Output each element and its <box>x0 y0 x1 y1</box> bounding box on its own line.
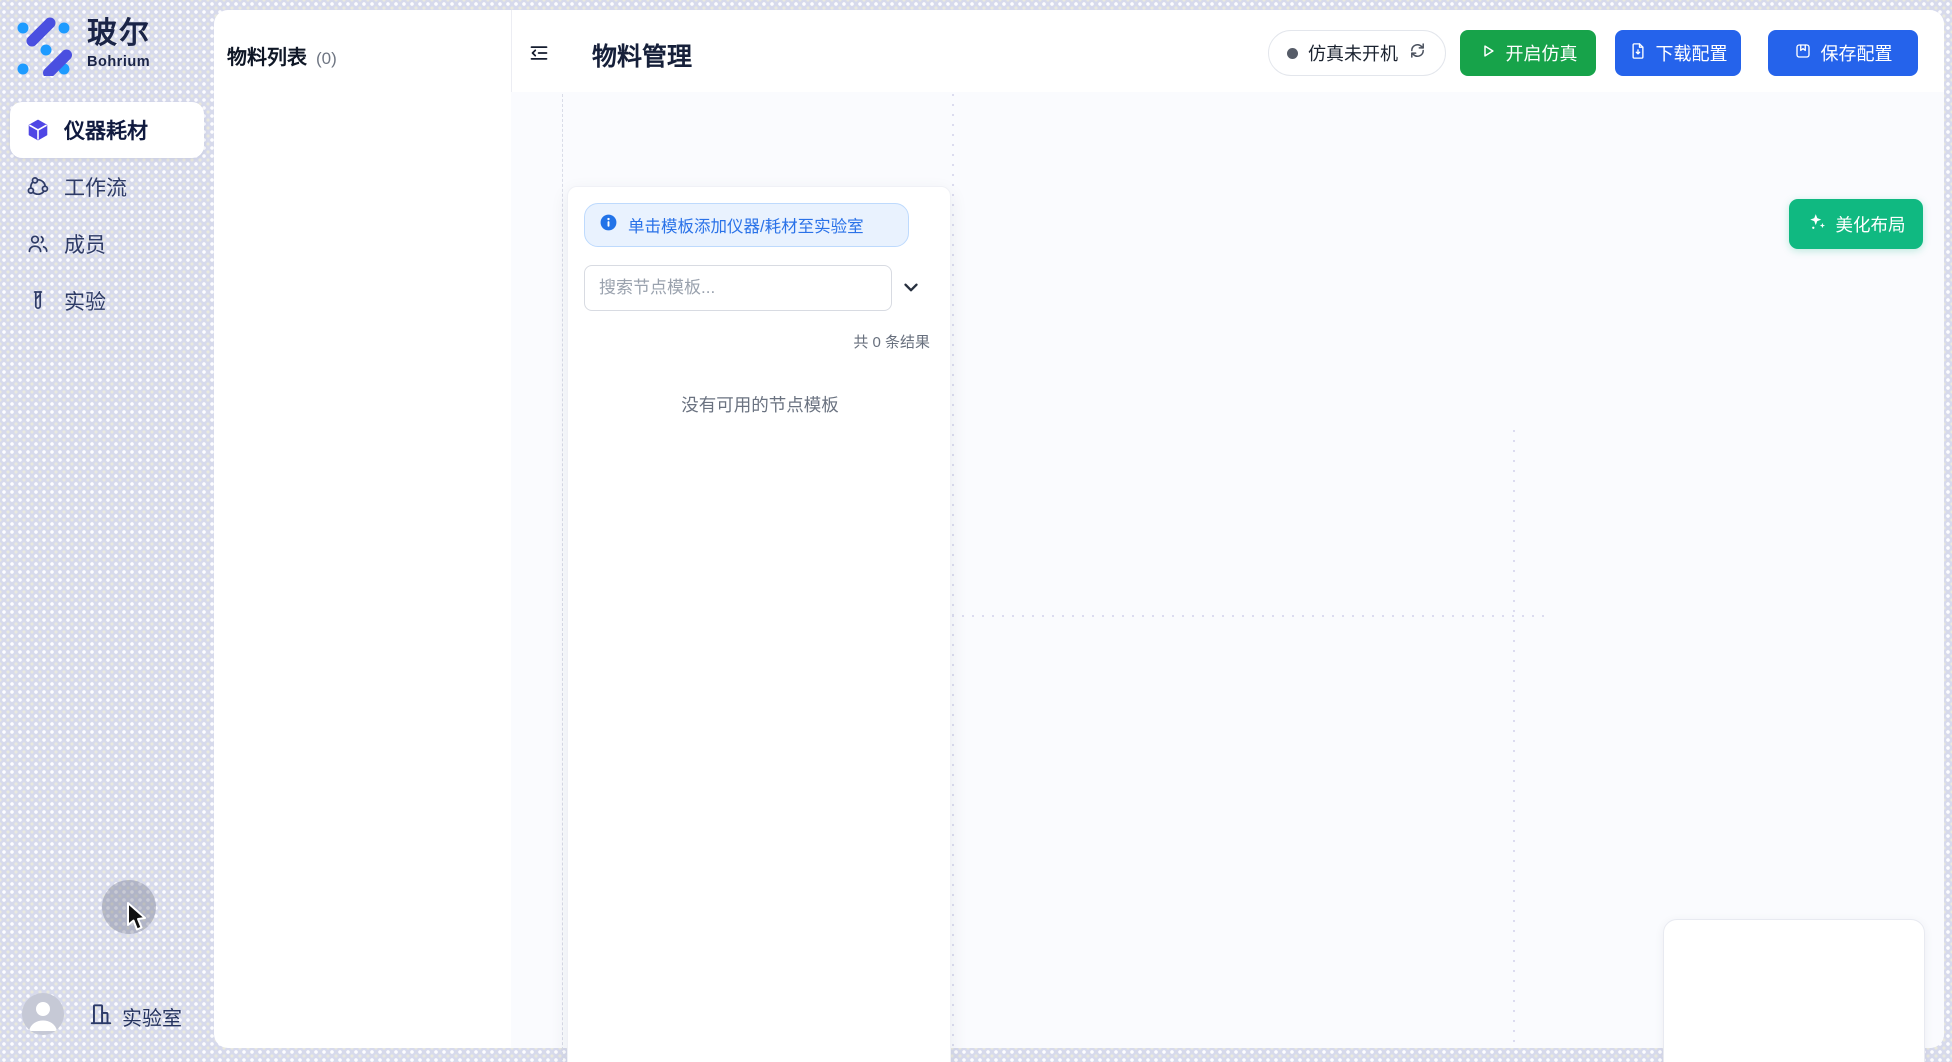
header-controls: 仿真未开机 开启仿真 <box>1268 30 1918 76</box>
sidebar-item-label: 仪器耗材 <box>64 115 148 145</box>
start-simulation-button[interactable]: 开启仿真 <box>1460 30 1596 76</box>
sidebar-nav: 仪器耗材 工作流 <box>10 102 204 330</box>
expand-filters-button[interactable] <box>892 265 930 311</box>
download-config-label: 下载配置 <box>1656 40 1728 66</box>
material-list-panel: 物料列表 (0) <box>214 10 512 1048</box>
empty-state-text: 没有可用的节点模板 <box>568 392 952 417</box>
material-list-header: 物料列表 (0) <box>227 41 337 70</box>
simulation-status-pill[interactable]: 仿真未开机 <box>1268 30 1446 76</box>
sidebar-item-label: 实验 <box>64 286 106 316</box>
beautify-layout-button[interactable]: 美化布局 <box>1789 199 1923 249</box>
template-search-row <box>584 265 936 311</box>
save-config-button[interactable]: 保存配置 <box>1768 30 1918 76</box>
brand-name: 玻尔 <box>87 16 151 52</box>
beautify-layout-label: 美化布局 <box>1836 212 1906 237</box>
cursor-pointer <box>124 901 152 933</box>
start-simulation-label: 开启仿真 <box>1506 40 1578 66</box>
material-list-count: (0) <box>316 49 337 69</box>
play-icon <box>1479 42 1497 65</box>
cube-icon <box>26 118 50 142</box>
users-icon <box>26 232 50 256</box>
app-root: 玻尔 Bohrium 仪器耗材 <box>0 0 1952 1062</box>
sidebar-item-members[interactable]: 成员 <box>10 216 204 272</box>
main-area: 物料管理 仿真未开机 <box>511 10 1944 1048</box>
sidebar-footer: 实验室 <box>0 988 214 1044</box>
lab-switcher[interactable]: 实验室 <box>122 1002 182 1031</box>
hint-banner-text: 单击模板添加仪器/耗材至实验室 <box>628 213 864 237</box>
sidebar-item-experiment[interactable]: 实验 <box>10 273 204 329</box>
canvas-grid-line <box>952 615 1548 617</box>
flow-canvas[interactable]: 单击模板添加仪器/耗材至实验室 共 0 条结果 没有可用的节点模板 <box>511 92 1944 1048</box>
canvas-left-border <box>562 94 563 1062</box>
page-title: 物料管理 <box>592 37 692 73</box>
building-icon <box>88 1001 114 1027</box>
template-search-input[interactable] <box>584 265 892 311</box>
sparkles-icon <box>1807 211 1828 237</box>
canvas-grid-line <box>952 94 954 1048</box>
status-label: 仿真未开机 <box>1308 40 1398 66</box>
save-config-label: 保存配置 <box>1821 40 1893 66</box>
status-dot-icon <box>1287 48 1298 59</box>
refresh-icon[interactable] <box>1408 41 1427 65</box>
sidebar-item-instruments[interactable]: 仪器耗材 <box>10 102 204 158</box>
node-template-panel: 单击模板添加仪器/耗材至实验室 共 0 条结果 没有可用的节点模板 <box>567 186 951 1062</box>
result-count: 共 0 条结果 <box>584 331 930 352</box>
sidebar-item-workflow[interactable]: 工作流 <box>10 159 204 215</box>
chevron-down-icon <box>900 276 922 301</box>
avatar[interactable] <box>22 993 64 1035</box>
brand-subtitle: Bohrium <box>87 54 151 70</box>
hint-banner: 单击模板添加仪器/耗材至实验室 <box>584 203 909 247</box>
canvas-grid-line <box>1513 430 1515 1048</box>
download-config-button[interactable]: 下载配置 <box>1615 30 1741 76</box>
workflow-icon <box>26 175 50 199</box>
sidebar-item-label: 成员 <box>64 229 106 259</box>
minimap[interactable] <box>1663 919 1925 1062</box>
save-icon <box>1794 42 1812 65</box>
info-icon <box>599 213 618 237</box>
test-tube-icon <box>26 289 50 313</box>
sidebar-item-label: 工作流 <box>64 172 127 202</box>
file-download-icon <box>1629 42 1647 65</box>
menu-fold-icon[interactable] <box>529 43 549 63</box>
material-list-title: 物料列表 <box>227 41 307 70</box>
sidebar: 玻尔 Bohrium 仪器耗材 <box>0 0 214 1062</box>
bohrium-logo-icon <box>16 16 74 81</box>
brand: 玻尔 Bohrium <box>16 16 151 81</box>
